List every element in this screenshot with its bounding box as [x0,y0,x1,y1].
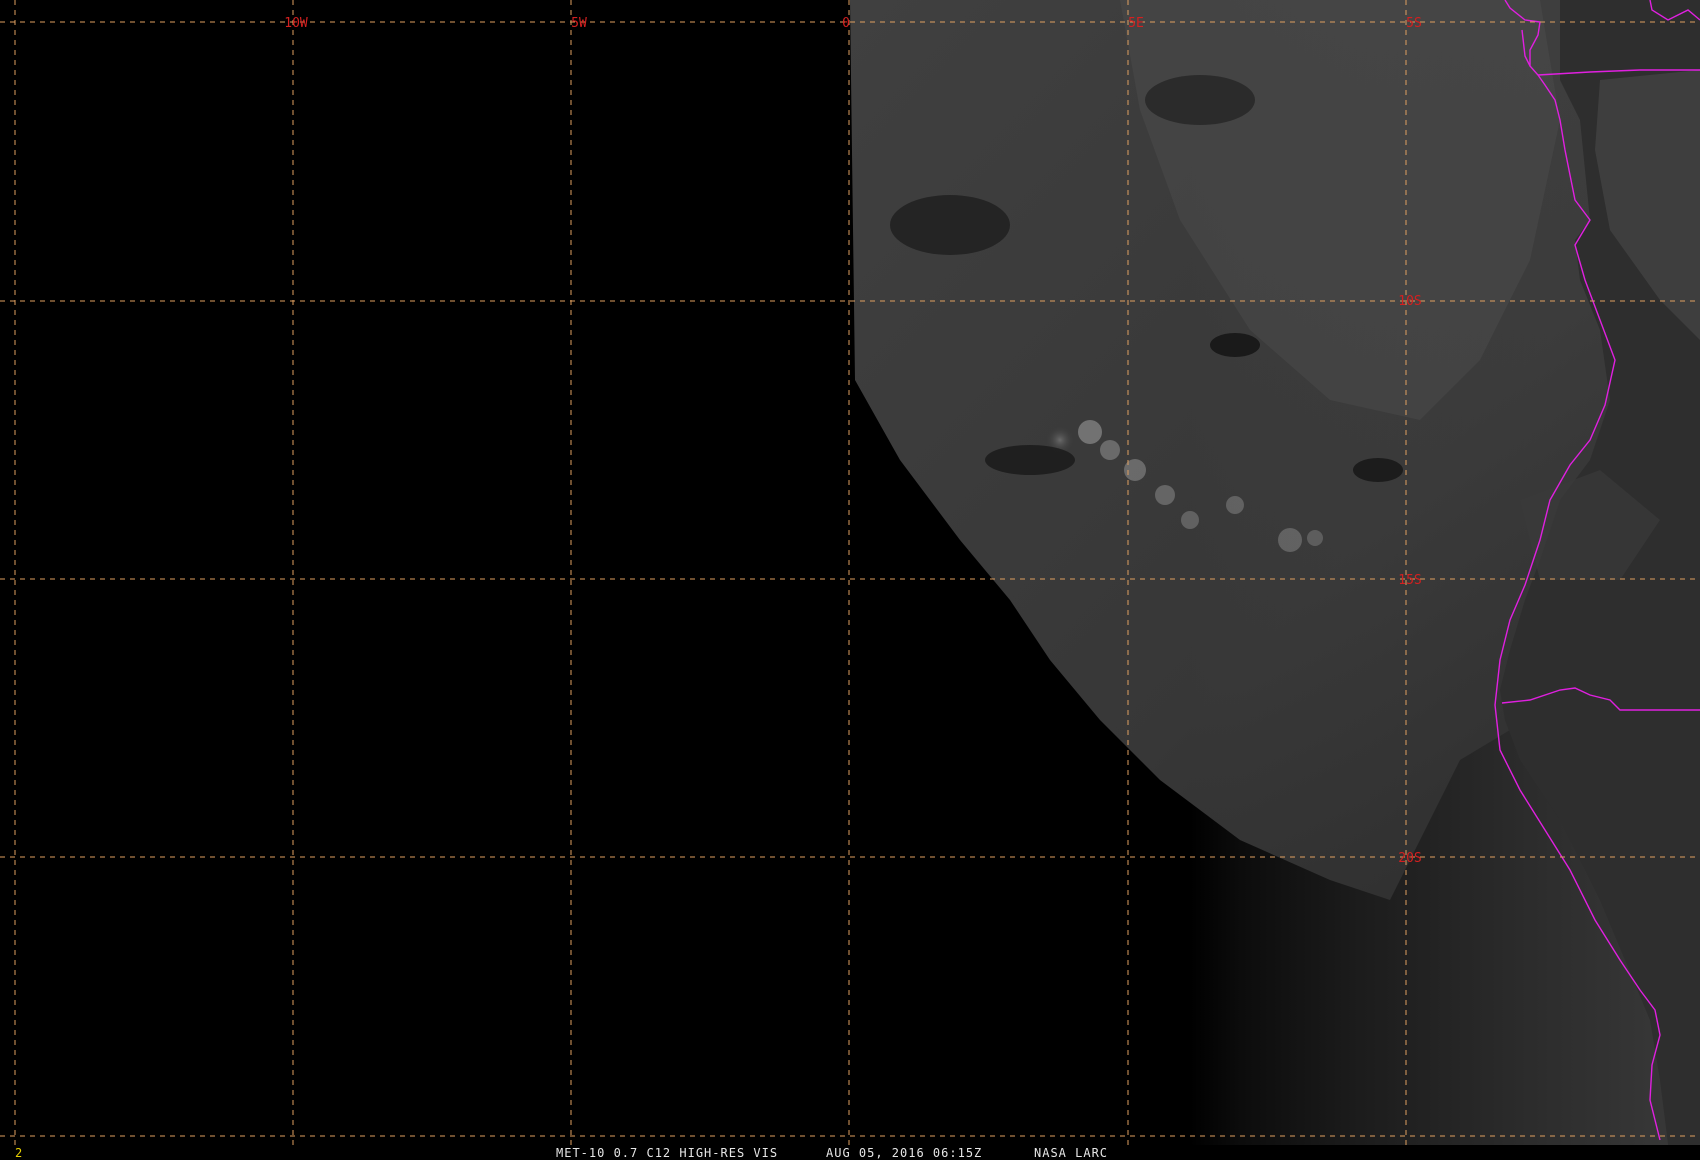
lat-label-15s: 15S [1398,573,1421,588]
lon-label-0: 0 [842,16,850,31]
lat-label-10s: 10S [1398,294,1421,309]
lon-label-10w: 10W [284,16,308,31]
dark-patch [890,195,1010,255]
lon-label-5e: 5E [1128,16,1144,31]
dark-patch [1210,333,1260,357]
lon-label-5w: 5W [571,16,587,31]
datetime-label: AUG 05, 2016 06:15Z [826,1146,982,1160]
dark-patch [1145,75,1255,125]
lat-label-20s: 20S [1398,851,1421,866]
satellite-imagery [0,0,1700,1160]
cloud-shadow [985,445,1075,475]
product-label: MET-10 0.7 C12 HIGH-RES VIS [556,1146,778,1160]
frame-number: 2 [15,1146,22,1160]
satellite-map: 10W 5W 0 5E 5S 10S 15S 20S 2 MET-10 0.7 … [0,0,1700,1160]
dark-patch [1353,458,1403,482]
source-label: NASA LARC [1034,1146,1108,1160]
satellite-image-viewer[interactable]: 10W 5W 0 5E 5S 10S 15S 20S 2 MET-10 0.7 … [0,0,1700,1160]
lat-label-5s: 5S [1406,16,1422,31]
status-bar: 2 MET-10 0.7 C12 HIGH-RES VIS AUG 05, 20… [0,1145,1700,1160]
